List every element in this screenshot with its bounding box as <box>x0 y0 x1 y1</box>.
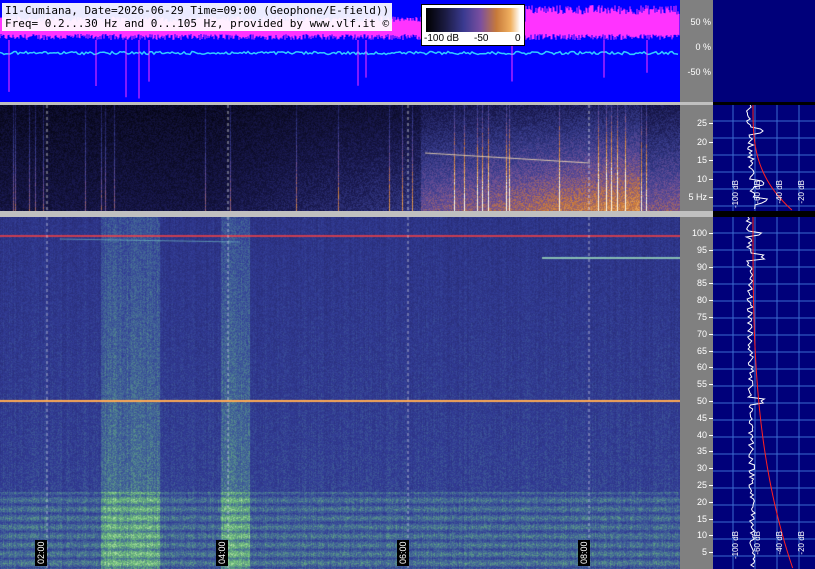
side-low-db-1: -60 dB <box>753 180 762 204</box>
high-band-axis-label: 45 <box>696 412 707 423</box>
colorbar-tick-max: 0 <box>515 33 521 44</box>
side-high-db-1: -60 dB <box>753 531 762 555</box>
spectrogram-low-band <box>0 105 680 211</box>
high-band-axis-label: 10 <box>696 530 707 541</box>
low-band-axis-label: 25 <box>696 118 707 128</box>
high-band-axis-label: 35 <box>696 446 707 457</box>
high-band-axis-label: 60 <box>696 362 707 373</box>
high-band-axis-label: 25 <box>696 480 707 490</box>
waveform-scale-minus50: -50 % <box>687 67 711 77</box>
low-band-frequency-axis: 25 20 15 10 5 Hz <box>680 105 713 211</box>
side-panel-top <box>713 0 815 102</box>
waveform-scale-0: 0 % <box>695 42 711 52</box>
colorbar-tick-mid: -50 <box>474 33 489 44</box>
high-band-axis-label: 80 <box>696 295 707 306</box>
side-spectrum-high: -100 dB -60 dB -40 dB -20 dB <box>713 217 815 569</box>
waveform-zero-trace <box>0 50 679 56</box>
side-spectrum-high-plot <box>713 217 815 569</box>
side-high-db-0: -100 dB <box>731 531 740 560</box>
header-line-2: Freq= 0.2...30 Hz and 0...105 Hz, provid… <box>5 17 390 30</box>
side-low-db-3: -20 dB <box>797 180 806 204</box>
colorbar-tick-min: -100 dB <box>424 33 460 44</box>
high-band-axis-label: 50 <box>696 396 707 406</box>
header-line-1: I1-Cumiana, Date=2026-06-29 Time=09:00 (… <box>5 4 390 17</box>
high-band-axis-label: 55 <box>696 379 707 390</box>
time-label-0800: 08:00 <box>578 540 590 566</box>
high-band-axis-label: 70 <box>696 328 707 339</box>
high-band-axis-label: 30 <box>696 463 707 474</box>
side-high-reference <box>752 217 794 569</box>
side-high-db-2: -40 dB <box>775 531 784 555</box>
low-band-axis-label: 10 <box>696 173 707 184</box>
side-low-db-0: -100 dB <box>731 180 740 209</box>
time-label-0400: 04:00 <box>216 540 228 566</box>
header-info: I1-Cumiana, Date=2026-06-29 Time=09:00 (… <box>2 3 393 31</box>
spectrogram-high-canvas <box>0 217 680 569</box>
high-band-axis-label: 100 <box>691 228 707 238</box>
high-band-axis-label: 5 <box>701 547 707 558</box>
low-band-axis-label: 15 <box>696 155 707 165</box>
high-band-axis-label: 65 <box>696 345 707 356</box>
time-label-0600: 06:00 <box>397 540 409 566</box>
time-label-0200: 02:00 <box>35 540 47 566</box>
spectrogram-high-band <box>0 217 680 569</box>
side-low-db-2: -40 dB <box>775 180 784 204</box>
high-band-axis-label: 20 <box>696 496 707 507</box>
high-band-axis-label: 95 <box>696 244 707 255</box>
spectrogram-low-canvas <box>0 105 680 211</box>
high-band-axis-label: 75 <box>696 312 707 322</box>
low-band-axis-label: 5 Hz <box>688 192 707 202</box>
high-band-axis-label: 90 <box>696 261 707 272</box>
colorbar-legend: -100 dB -50 0 <box>421 4 525 46</box>
side-spectrum-low: -100 dB -60 dB -40 dB -20 dB <box>713 105 815 211</box>
high-band-axis-label: 85 <box>696 278 707 289</box>
high-band-frequency-axis: 100 95 90 85 80 75 70 65 60 55 50 45 40 35 30 25 20 15 10 5 <box>680 217 713 569</box>
side-high-db-3: -20 dB <box>797 531 806 555</box>
waveform-panel: I1-Cumiana, Date=2026-06-29 Time=09:00 (… <box>0 0 680 102</box>
waveform-scale-50: 50 % <box>690 17 711 27</box>
colorbar-gradient <box>426 8 520 32</box>
waveform-scale: 50 % 0 % -50 % <box>680 0 713 102</box>
high-band-axis-label: 40 <box>696 429 707 440</box>
low-band-axis-label: 20 <box>696 136 707 147</box>
high-band-axis-label: 15 <box>696 513 707 524</box>
